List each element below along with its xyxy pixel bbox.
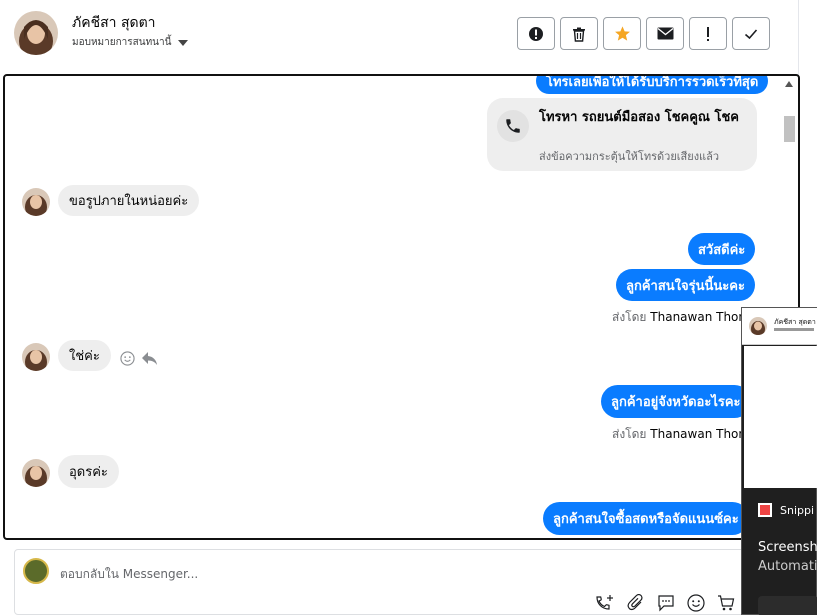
delete-button[interactable] <box>560 17 598 50</box>
notification-body: Automatic <box>758 559 817 574</box>
reply-input-placeholder[interactable]: ตอบกลับใน Messenger... <box>60 565 198 584</box>
contact-name: ภัคชีสา สุดตา <box>72 15 156 31</box>
important-button[interactable] <box>689 17 727 50</box>
star-icon <box>614 26 630 41</box>
conversation-header: ภัคชีสา สุดตา มอบหมายการสนทนานี้ <box>0 0 798 72</box>
reply-composer[interactable]: ตอบกลับใน Messenger... <box>14 549 798 615</box>
sent-by-prefix: ส่งโดย <box>612 427 647 441</box>
caret-down-icon <box>178 39 189 46</box>
sent-by-label: ส่งโดย Thanawan Thon <box>612 425 746 444</box>
call-prompt-card: โทรหา รถยนต์มือสอง โชคคูณ โชค ส่งข้อความ… <box>487 98 757 171</box>
contact-avatar[interactable] <box>14 11 58 55</box>
outgoing-message: ลูกค้าสนใจซื้อสดหรือจัดแนนซ์คะ <box>543 502 749 535</box>
emoji-icon[interactable] <box>687 594 705 612</box>
done-button[interactable] <box>732 17 770 50</box>
snipping-app-name: Snippi <box>780 503 815 517</box>
contact-avatar <box>22 188 50 216</box>
call-card-subtitle: ส่งข้อความกระตุ้นให้โทรด้วยเสียงแล้ว <box>539 150 720 163</box>
sent-by-name: Thanawan Thon <box>650 310 746 324</box>
contact-avatar <box>22 459 50 487</box>
notification-action-button[interactable] <box>758 596 817 615</box>
snipping-tool-icon <box>758 503 772 517</box>
outgoing-message: โทรเลยเพื่อให้ได้รับบริการรวดเร็วที่สุด <box>536 76 769 94</box>
cart-icon[interactable] <box>717 594 735 612</box>
sent-by-label: ส่งโดย Thanawan Thon <box>612 308 746 327</box>
paperclip-icon[interactable] <box>627 594 645 612</box>
popup-subline <box>774 328 814 331</box>
message-actions <box>120 351 158 366</box>
report-button[interactable] <box>517 17 555 50</box>
exclamation-icon <box>707 26 709 41</box>
incoming-message: ใช่ค่ะ <box>58 340 111 371</box>
composer-toolbar <box>595 594 735 612</box>
inbox-conversation-view: ภัคชีสา สุดตา มอบหมายการสนทนานี้ โทรเลยเ… <box>0 0 817 615</box>
outgoing-message: ลูกค้าอยู่จังหวัดอะไรคะ <box>601 385 751 418</box>
popup-preview-area <box>744 346 817 488</box>
call-add-icon[interactable] <box>595 594 615 612</box>
alert-circle-icon <box>529 26 543 41</box>
assign-conversation-dropdown[interactable]: มอบหมายการสนทนานี้ <box>72 35 189 50</box>
sent-by-prefix: ส่งโดย <box>612 310 647 324</box>
contact-avatar <box>749 317 767 335</box>
incoming-message: ขอรูปภายในหน่อยค่ะ <box>58 185 200 216</box>
outgoing-message: ลูกค้าสนใจรุ่นนี้นะคะ <box>616 269 755 301</box>
sent-by-name: Thanawan Thon <box>650 427 746 441</box>
smiley-icon[interactable] <box>120 351 135 366</box>
page-avatar <box>23 558 49 584</box>
assign-label: มอบหมายการสนทนานี้ <box>72 37 172 48</box>
outgoing-message: สวัสดีค่ะ <box>688 233 756 265</box>
scroll-up-arrow[interactable] <box>785 81 793 87</box>
reply-icon[interactable] <box>141 351 158 366</box>
notification-title: Screensho <box>758 540 817 555</box>
star-button[interactable] <box>603 17 641 50</box>
scroll-thumb[interactable] <box>784 116 795 142</box>
mark-unread-button[interactable] <box>646 17 684 50</box>
call-card-title: โทรหา รถยนต์มือสอง โชคคูณ โชค <box>539 110 740 125</box>
popup-chat-preview: ภัคชีสา สุดตา <box>742 308 817 345</box>
snipping-tool-notification[interactable]: ภัคชีสา สุดตา Snippi Screensho Automatic <box>741 307 817 615</box>
saved-reply-icon[interactable] <box>657 594 675 612</box>
popup-contact-name: ภัคชีสา สุดตา <box>774 318 816 326</box>
snipping-app-label: Snippi <box>758 503 814 517</box>
message-thread: โทรเลยเพื่อให้ได้รับบริการรวดเร็วที่สุด … <box>3 74 800 540</box>
action-toolbar <box>517 17 770 50</box>
incoming-message: อุดรค่ะ <box>58 455 119 488</box>
mail-icon <box>657 27 673 40</box>
phone-icon <box>497 110 529 142</box>
contact-avatar <box>22 343 50 371</box>
check-icon <box>744 28 758 39</box>
trash-icon <box>573 27 585 42</box>
